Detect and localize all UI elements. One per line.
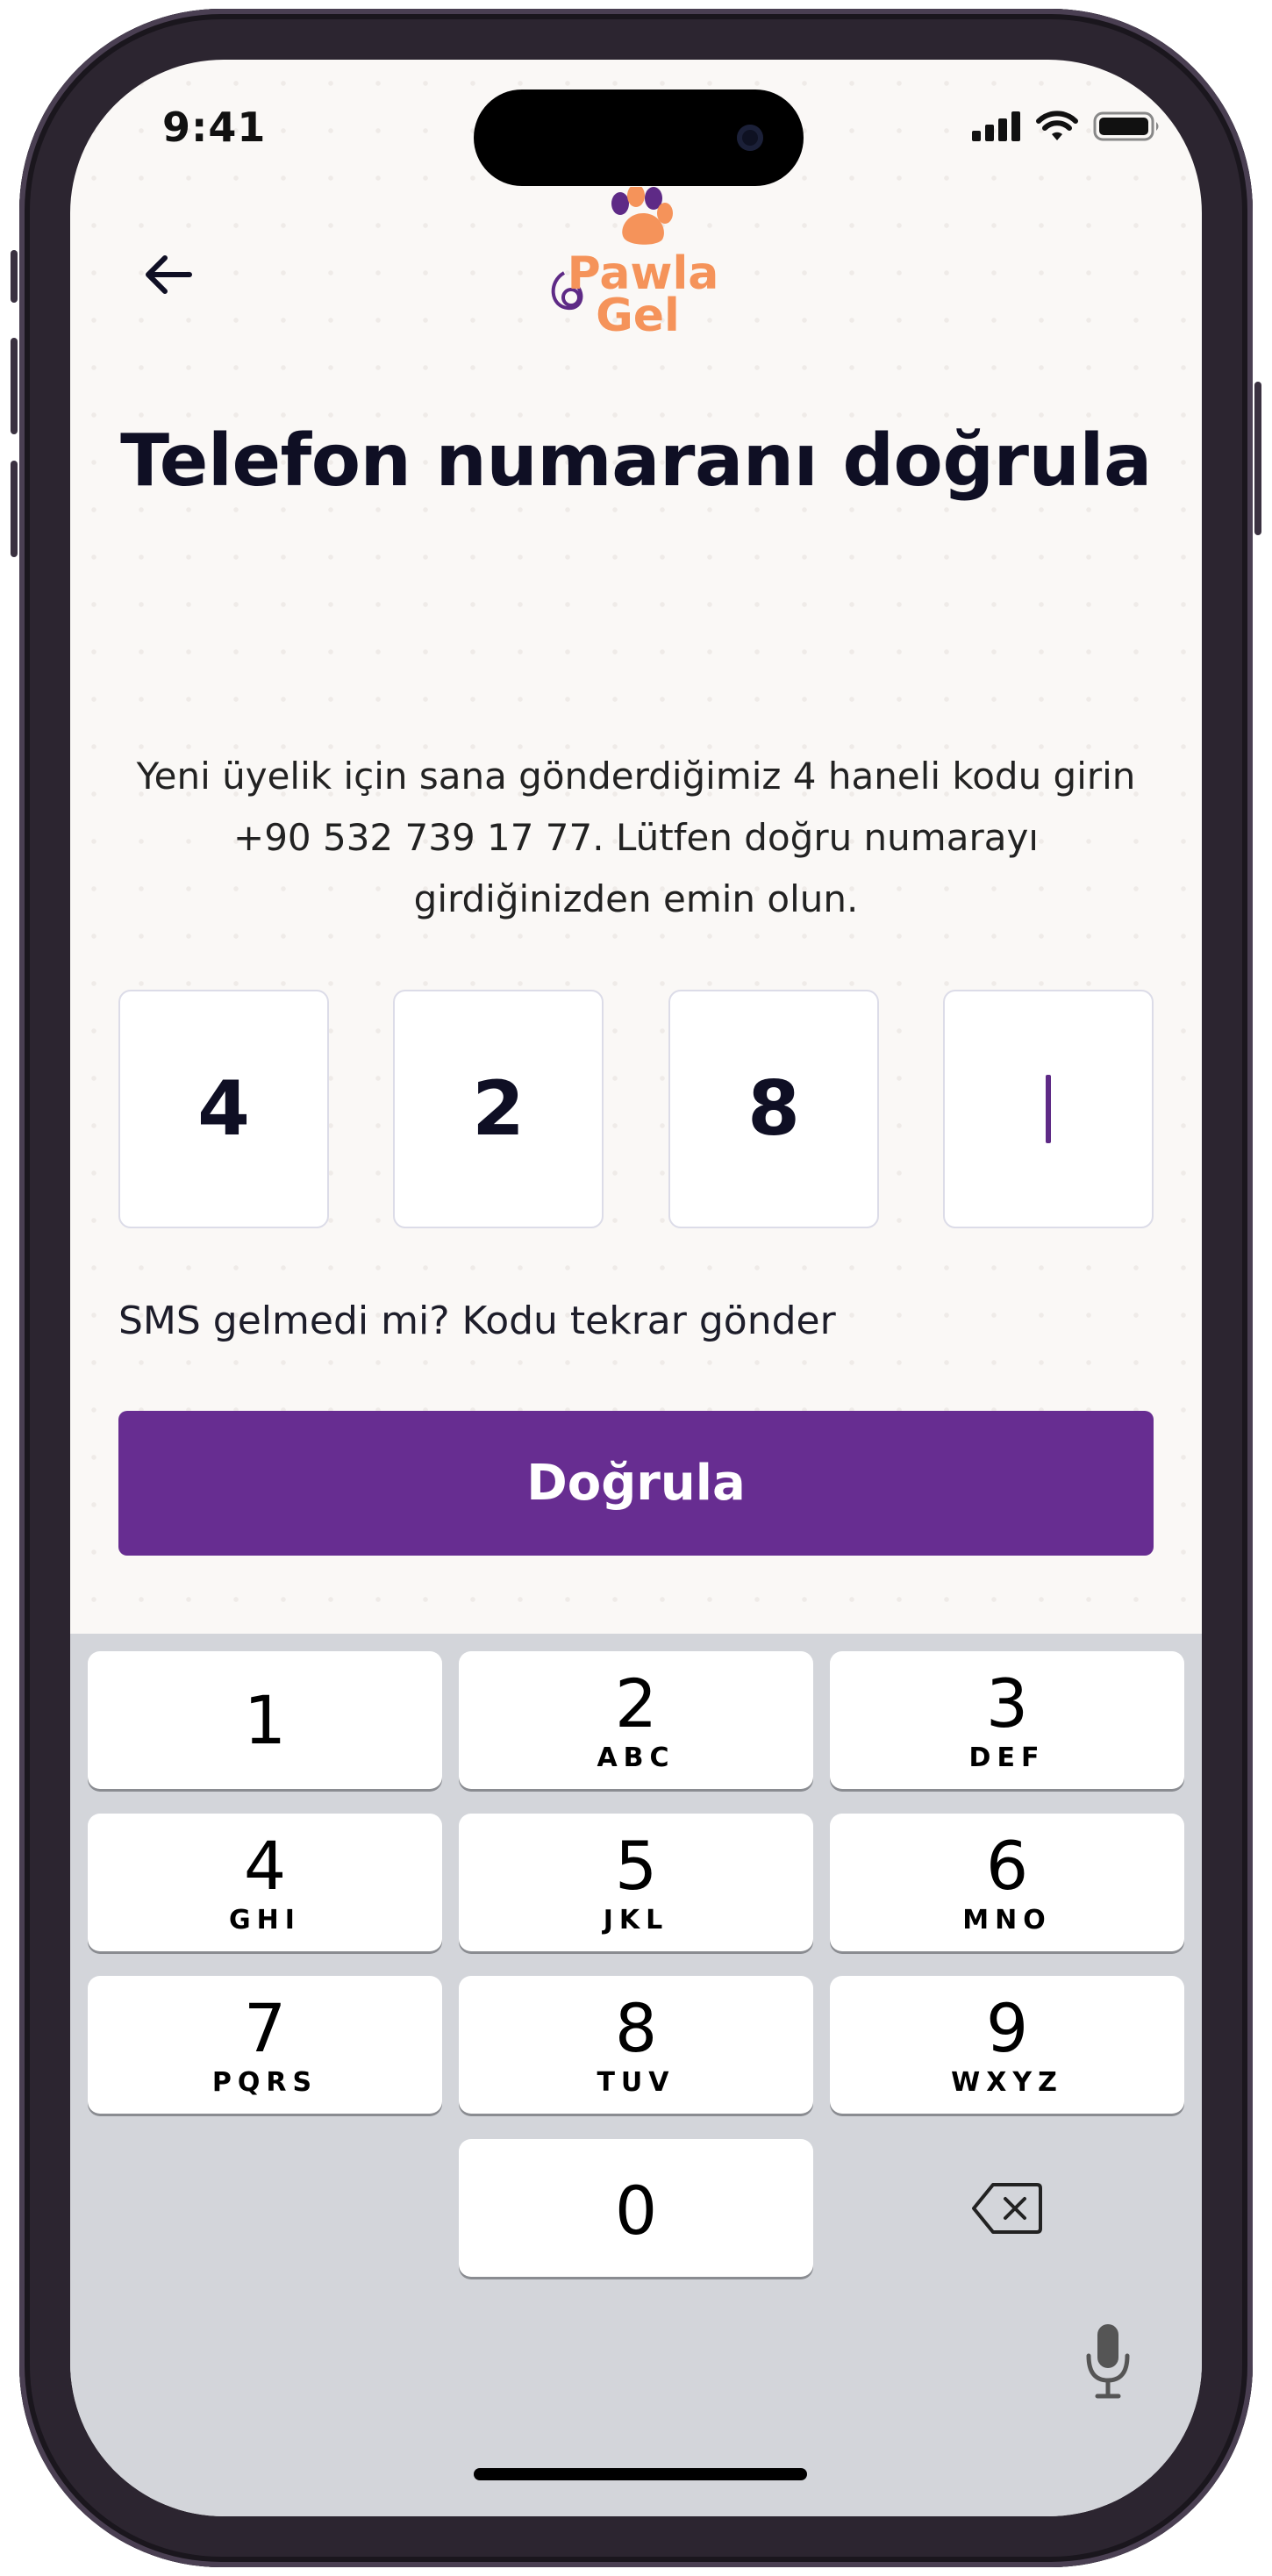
key-0[interactable]: 0 [459, 2139, 813, 2277]
key-letters: TUV [597, 2067, 675, 2098]
app-screen: 9:41 Pawla Gel Telefon numaranı doğrula … [70, 60, 1202, 2516]
dynamic-island [474, 89, 804, 186]
delete-key[interactable] [830, 2139, 1184, 2277]
page-title: Telefon numaranı doğrula [120, 419, 1152, 503]
key-9[interactable]: 9 WXYZ [830, 1976, 1184, 2114]
key-digit: 2 [614, 1664, 658, 1742]
action-button [11, 250, 18, 303]
key-digit: 7 [243, 1989, 287, 2067]
front-camera [737, 125, 763, 151]
text-cursor [1046, 1075, 1051, 1143]
key-letters: JKL [603, 1905, 669, 1936]
page-description: Yeni üyelik için sana gönderdiğimiz 4 ha… [136, 755, 1136, 920]
key-letters: GHI [229, 1905, 301, 1936]
key-letters: DEF [968, 1742, 1046, 1773]
volume-up-button [11, 338, 18, 434]
key-digit: 1 [243, 1680, 287, 1759]
key-digit: 5 [614, 1827, 658, 1905]
key-2[interactable]: 2 ABC [459, 1651, 813, 1789]
otp-digit-3[interactable]: 8 [668, 990, 879, 1228]
key-6[interactable]: 6 MNO [830, 1814, 1184, 1951]
otp-digit-4[interactable] [943, 990, 1154, 1228]
microphone-icon [1086, 2324, 1130, 2399]
signal-icon [972, 111, 1020, 141]
back-button[interactable] [125, 231, 212, 318]
otp-input-group: 4 2 8 [118, 990, 1154, 1228]
numeric-keypad: 1 2 ABC 3 DEF 4 GHI 5 JKL 6 MNO 7 PQRS 8… [70, 1634, 1202, 2516]
volume-down-button [11, 461, 18, 557]
battery-icon [1093, 111, 1159, 141]
arrow-left-icon [146, 255, 192, 294]
otp-digit-2[interactable]: 2 [393, 990, 604, 1228]
key-5[interactable]: 5 JKL [459, 1814, 813, 1951]
key-letters: PQRS [211, 2067, 318, 2098]
key-4[interactable]: 4 GHI [88, 1814, 442, 1951]
logo-text-gel: Gel [596, 290, 680, 342]
key-letters: MNO [962, 1905, 1052, 1936]
status-icons [972, 111, 1163, 142]
backspace-icon [972, 2182, 1042, 2234]
key-7[interactable]: 7 PQRS [88, 1976, 442, 2114]
status-time: 9:41 [162, 104, 267, 151]
pawla-gel-logo: Pawla Gel [540, 184, 741, 354]
key-digit: 9 [985, 1989, 1029, 2067]
power-button [1254, 382, 1261, 535]
home-indicator[interactable] [474, 2468, 807, 2480]
key-digit: 0 [614, 2171, 658, 2250]
key-digit: 8 [614, 1989, 658, 2067]
key-digit: 6 [985, 1827, 1029, 1905]
key-3[interactable]: 3 DEF [830, 1651, 1184, 1789]
key-letters: WXYZ [951, 2067, 1063, 2098]
otp-digit-1[interactable]: 4 [118, 990, 329, 1228]
dictation-button[interactable] [1083, 2322, 1133, 2407]
key-letters: ABC [597, 1742, 675, 1773]
key-digit: 4 [243, 1827, 287, 1905]
resend-code-link[interactable]: SMS gelmedi mi? Kodu tekrar gönder [118, 1299, 836, 1343]
wifi-icon [1036, 111, 1078, 140]
key-8[interactable]: 8 TUV [459, 1976, 813, 2114]
key-1[interactable]: 1 [88, 1651, 442, 1789]
key-digit: 3 [985, 1664, 1029, 1742]
verify-button[interactable]: Doğrula [118, 1411, 1154, 1556]
